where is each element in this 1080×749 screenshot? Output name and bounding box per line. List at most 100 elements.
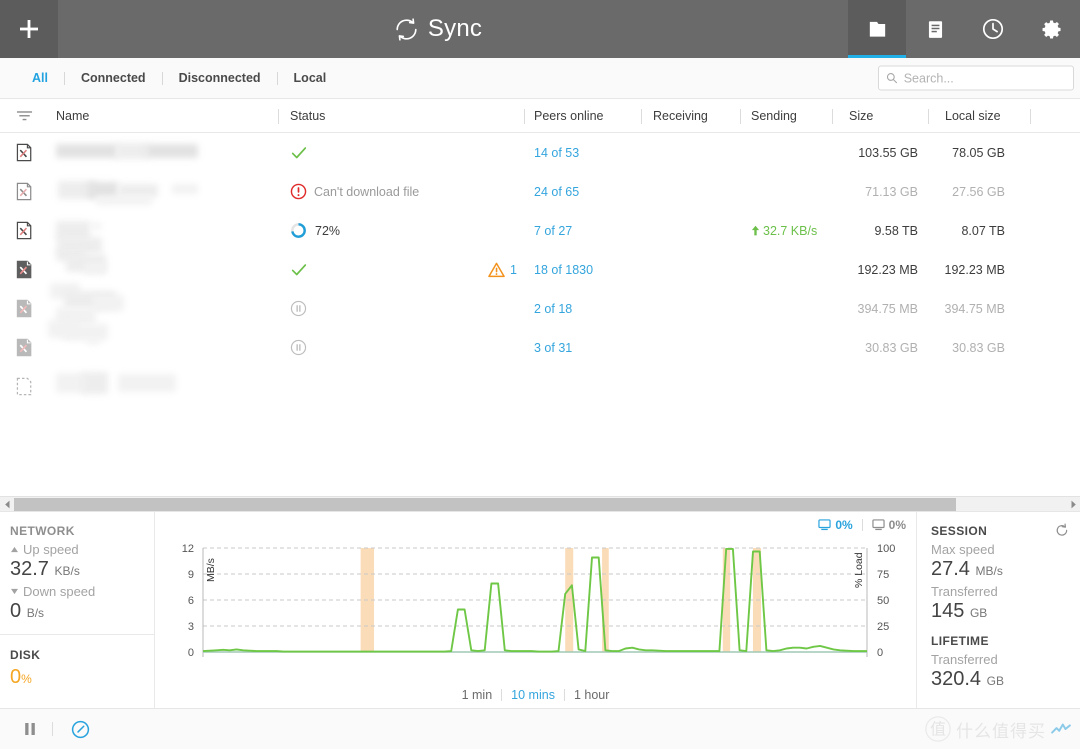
error-icon [290,183,307,200]
y-tick-label: 9 [188,569,194,581]
filter-bar: All Connected Disconnected Local [0,58,1080,99]
pause-all-button[interactable] [0,721,52,737]
column-header-peers-online[interactable]: Peers online [534,99,604,133]
row-name [50,283,271,328]
row-status-text: 72% [315,223,341,238]
table-row[interactable]: 72% 7 of 27 32.7 KB/s 9.58 TB 8.07 TB [0,211,1080,253]
filter-column-button[interactable] [16,99,33,133]
row-folder-icon [16,133,35,172]
speedometer-icon [71,720,90,738]
table-row[interactable]: 2 of 18 394.75 MB 394.75 MB [0,283,1080,328]
row-peers-online[interactable]: 7 of 27 [534,211,572,250]
up-speed-value-row: 32.7 KB/s [10,557,154,582]
search-box[interactable] [878,65,1074,91]
y-tick-label: 6 [188,595,194,607]
up-speed-value: 32.7 [10,558,49,580]
session-max-speed-value: 27.4 [931,558,970,580]
down-arrow-icon [11,588,18,595]
progress-ring-icon [291,223,306,238]
up-speed-label-row: Up speed [10,542,154,557]
reset-stats-button[interactable] [1055,523,1069,542]
folder-x-icon [16,260,32,279]
column-header-local-size[interactable]: Local size [945,99,1001,133]
column-header-status[interactable]: Status [290,99,325,133]
add-folder-button[interactable] [0,0,58,58]
load-indicator-local[interactable]: 0% [872,518,906,532]
range-separator [563,689,565,701]
table-row[interactable] [0,367,1080,406]
down-speed-label: Down speed [23,584,96,599]
watermark-logo-icon [1051,723,1071,734]
y-axis-title: MB/s [205,558,217,582]
table-row[interactable]: Can't download file 24 of 65 71.13 GB 27… [0,172,1080,211]
row-size: 192.23 MB [857,262,918,277]
filter-tab-disconnected[interactable]: Disconnected [163,71,277,85]
table-row[interactable]: 1 18 of 1830 192.23 MB 192.23 MB [0,247,1080,289]
row-peers-online[interactable]: 3 of 31 [534,328,572,367]
filter-tab-all[interactable]: All [16,71,64,85]
session-transferred-row: 145 GB [931,599,1080,624]
row-peers-online[interactable]: 24 of 65 [534,172,579,211]
filter-tab-connected[interactable]: Connected [65,71,162,85]
app-title: Sync [427,15,483,42]
speed-chart-svg: 0 3 6 9 12 0 25 50 75 100 MB/s % Load [182,543,896,659]
column-divider [641,109,642,124]
range-10-mins[interactable]: 10 mins [511,688,555,702]
tab-settings[interactable] [1022,0,1080,58]
disk-title: DISK [10,648,41,662]
column-header-size[interactable]: Size [849,99,873,133]
folder-x-icon [16,143,32,162]
row-warning[interactable]: 1 [488,250,517,289]
row-peers-online[interactable]: 14 of 53 [534,133,579,172]
filter-tab-local[interactable]: Local [278,71,343,85]
scroll-left-arrow[interactable] [0,500,14,509]
tab-history[interactable] [964,0,1022,58]
session-lifetime-panel: SESSION Max speed 27.4 MB/s Transferred … [917,512,1080,708]
row-name [56,247,271,289]
column-header-name[interactable]: Name [56,99,89,133]
load-separator [861,519,863,531]
column-header-sending[interactable]: Sending [751,99,797,133]
row-local-size: 394.75 MB [944,301,1005,316]
gear-icon [1042,20,1061,39]
brand: Sync [394,15,482,43]
row-folder-icon [16,328,35,367]
disk-unit: % [21,672,32,686]
scrollbar-track[interactable] [14,497,1066,512]
row-status: 72% [290,211,340,250]
search-container [878,65,1074,91]
row-local-size: 8.07 TB [961,223,1005,238]
load-indicator-remote[interactable]: 0% [818,518,853,532]
range-1-hour[interactable]: 1 hour [574,688,609,702]
table-row[interactable]: 3 of 31 30.83 GB 30.83 GB [0,320,1080,367]
column-header-receiving[interactable]: Receiving [653,99,708,133]
network-block: NETWORK Up speed 32.7 KB/s Down speed 0 … [0,512,154,635]
folders-table: Name Status Peers online Receiving Sendi… [0,99,1080,496]
row-name [56,133,271,172]
tab-folders[interactable] [848,0,906,58]
down-speed-label-row: Down speed [10,584,154,599]
down-speed-value-row: 0 B/s [10,599,154,624]
table-row[interactable]: 14 of 53 103.55 GB 78.05 GB [0,133,1080,172]
range-1-min[interactable]: 1 min [462,688,493,702]
scroll-right-arrow[interactable] [1066,500,1080,509]
y2-tick-label: 0 [877,647,883,659]
speed-limit-button[interactable] [53,720,104,739]
pause-icon [25,723,35,735]
scrollbar-thumb[interactable] [14,497,956,511]
y2-tick-label: 50 [877,595,889,607]
tab-devices[interactable] [906,0,964,58]
row-status [290,328,307,367]
row-peers-online[interactable]: 18 of 1830 [534,250,593,289]
lifetime-transferred-label: Transferred [931,652,998,667]
row-status [290,250,308,289]
app-title-area: Sync [58,0,848,58]
column-divider [1030,109,1031,124]
row-peers-online[interactable]: 2 of 18 [534,289,572,328]
folder-x-icon [16,182,32,201]
horizontal-scrollbar[interactable] [0,496,1080,511]
row-status [290,133,308,172]
search-input[interactable] [903,71,1066,85]
svg-text:值: 值 [930,720,946,739]
sync-circle-icon [396,17,417,41]
